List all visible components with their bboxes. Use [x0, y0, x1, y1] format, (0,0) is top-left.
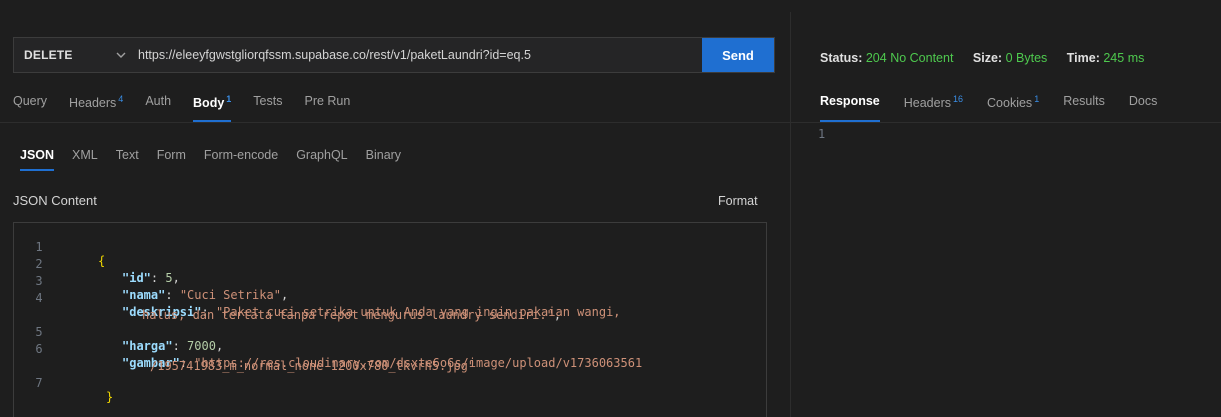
tab-docs[interactable]: Docs	[1129, 88, 1157, 122]
tab-cookies-label: Cookies	[987, 96, 1033, 111]
json-editor[interactable]: 1 { 2 "id": 5, 3 "nama": "Cuci Setrika",…	[13, 222, 767, 417]
pane-divider[interactable]	[790, 12, 791, 417]
body-tab-form-encode[interactable]: Form-encode	[204, 148, 278, 171]
size-label: Size:	[972, 51, 1003, 65]
tab-body[interactable]: Body 1	[193, 88, 232, 122]
body-tab-binary[interactable]: Binary	[366, 148, 401, 171]
tab-tests[interactable]: Tests	[253, 88, 282, 122]
body-tab-graphql[interactable]: GraphQL	[296, 148, 347, 171]
editor-line-wrap: /195741983_m_normal_none-1200x780_tkvrh5…	[14, 345, 766, 373]
tab-results[interactable]: Results	[1063, 88, 1105, 122]
response-headers-count-badge: 16	[953, 94, 964, 104]
response-tabs-divider	[791, 122, 1221, 123]
line-number: 7	[35, 376, 43, 390]
tab-pre-run-label: Pre Run	[304, 94, 351, 108]
tab-cookies[interactable]: Cookies 1	[987, 88, 1039, 122]
editor-line-wrap: halus, dan tertata tanpa repot mengurus …	[142, 308, 562, 322]
tab-auth-label: Auth	[145, 94, 172, 108]
tab-pre-run[interactable]: Pre Run	[304, 88, 350, 122]
size-value: 0 Bytes	[1005, 51, 1048, 65]
body-tab-json[interactable]: JSON	[20, 148, 55, 171]
format-button[interactable]: Format	[718, 194, 758, 208]
body-count-badge: 1	[226, 94, 232, 104]
headers-count-badge: 4	[118, 94, 124, 104]
time-label: Time:	[1066, 51, 1100, 65]
tab-body-label: Body	[193, 96, 225, 111]
editor-line: 2 "id": 5,	[14, 243, 766, 285]
tab-response-label: Response	[820, 94, 880, 108]
url-input[interactable]: https://eleeyfgwstgliorqfssm.supabase.co…	[136, 48, 702, 62]
cookies-count-badge: 1	[1034, 94, 1040, 104]
editor-line: 7 }	[14, 362, 766, 404]
json-close-brace: }	[106, 390, 114, 404]
response-status-bar: Status: 204 No Content Size: 0 Bytes Tim…	[820, 51, 1160, 65]
method-select[interactable]: DELETE	[14, 38, 136, 72]
body-type-tabs: JSON XML Text Form Form-encode GraphQL B…	[20, 148, 419, 171]
response-tabs: Response Headers 16 Cookies 1 Results Docs	[820, 88, 1181, 122]
tab-docs-label: Docs	[1128, 94, 1158, 108]
tab-response[interactable]: Response	[820, 88, 880, 122]
tab-query-label: Query	[13, 94, 48, 108]
editor-line: 5 "harga": 7000,	[14, 311, 766, 353]
tab-tests-label: Tests	[253, 94, 283, 108]
body-tab-text[interactable]: Text	[116, 148, 139, 171]
method-label: DELETE	[24, 48, 73, 62]
editor-line: 6 "gambar": "https://res.cloudinary.com/…	[14, 328, 766, 370]
url-bar: DELETE https://eleeyfgwstgliorqfssm.supa…	[13, 37, 775, 73]
body-tab-form[interactable]: Form	[157, 148, 186, 171]
editor-line: 3 "nama": "Cuci Setrika",	[14, 260, 766, 302]
json-content-label: JSON Content	[13, 193, 97, 208]
tab-query[interactable]: Query	[13, 88, 47, 122]
editor-line: 1 {	[14, 226, 766, 268]
response-line-number: 1	[818, 127, 826, 141]
time-value: 245 ms	[1103, 51, 1145, 65]
status-value: 204 No Content	[865, 51, 954, 65]
status-label: Status:	[820, 51, 863, 65]
send-button[interactable]: Send	[702, 38, 774, 72]
request-tabs: Query Headers 4 Auth Body 1 Tests Pre Run	[13, 88, 372, 122]
tab-headers-label: Headers	[69, 96, 117, 111]
chevron-down-icon	[116, 52, 126, 58]
tab-results-label: Results	[1063, 94, 1105, 108]
tabs-divider	[0, 122, 790, 123]
editor-line: 4 "deskripsi": "Paket cuci setrika untuk…	[14, 277, 766, 319]
tab-response-headers-label: Headers	[903, 96, 951, 111]
tab-response-headers[interactable]: Headers 16	[904, 88, 963, 122]
tab-auth[interactable]: Auth	[145, 88, 171, 122]
tab-headers[interactable]: Headers 4	[69, 88, 123, 122]
body-tab-xml[interactable]: XML	[72, 148, 98, 171]
